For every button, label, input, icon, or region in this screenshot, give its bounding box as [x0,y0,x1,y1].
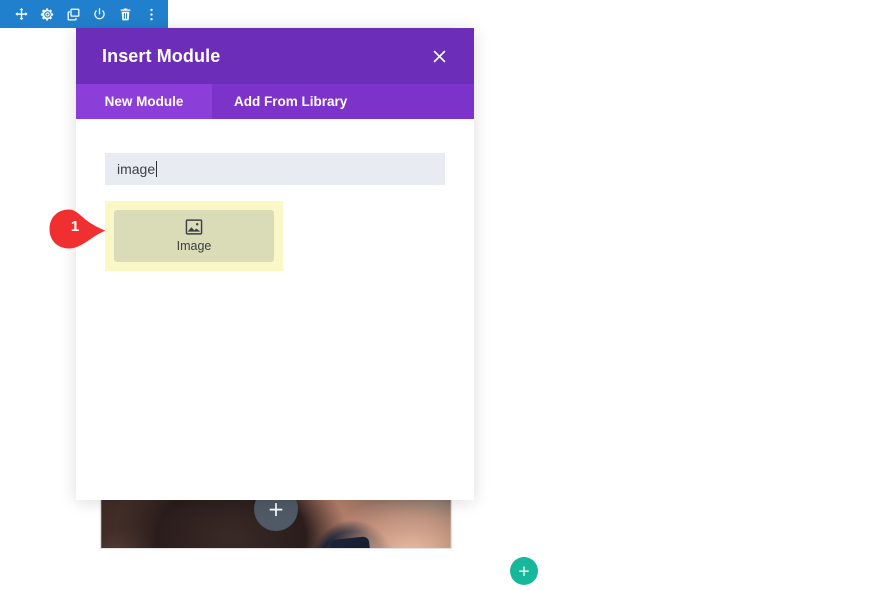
page-canvas: + + Insert Module New Module Add From Li… [0,0,880,590]
add-section-button[interactable]: + [510,557,538,585]
module-toolbar [0,0,168,28]
modal-tabs: New Module Add From Library [76,84,474,119]
module-result-highlight: Image [105,201,283,271]
trash-icon[interactable] [112,0,138,28]
module-card-label: Image [176,239,212,253]
move-icon[interactable] [8,0,34,28]
more-options-icon[interactable] [138,0,164,28]
search-input[interactable]: image [105,153,445,185]
tab-new-module[interactable]: New Module [76,84,212,119]
module-results-list: Image [105,201,445,271]
tab-add-from-library[interactable]: Add From Library [212,84,369,119]
insert-module-modal: Insert Module New Module Add From Librar… [76,28,474,500]
duplicate-icon[interactable] [60,0,86,28]
plus-icon: + [267,497,285,521]
modal-body: image Image [76,119,474,500]
text-cursor [156,161,158,177]
picture-icon [185,219,203,235]
modal-title: Insert Module [102,45,221,66]
module-card-image[interactable]: Image [114,210,274,262]
modal-header: Insert Module [76,28,474,84]
power-icon[interactable] [86,0,112,28]
gear-icon[interactable] [34,0,60,28]
plus-icon: + [517,561,531,580]
close-icon[interactable] [426,43,452,69]
search-input-value: image [117,161,156,177]
